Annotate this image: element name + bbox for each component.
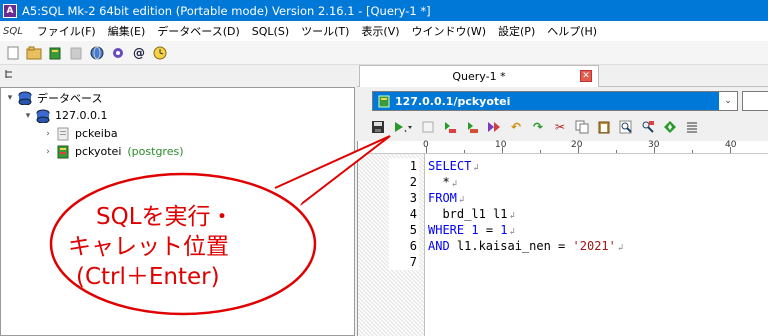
- line-number: 6: [389, 238, 419, 254]
- menu-database[interactable]: データベース(D): [151, 23, 246, 39]
- connection-label: 127.0.0.1/pckyotei: [395, 94, 511, 108]
- callout-text: SQLを実行・ キャレット位置 (Ctrl＋Enter): [68, 202, 298, 292]
- line-number: 1: [389, 158, 419, 174]
- connection-value: 127.0.0.1/pckyotei: [373, 92, 719, 110]
- ruler-tick: [578, 147, 579, 153]
- code-line: AND l1.kaisai_nen = '2021' ↲: [428, 239, 624, 253]
- window-title: A5:SQL Mk-2 64bit edition (Portable mode…: [22, 3, 431, 18]
- menu-tools[interactable]: ツール(T): [295, 23, 355, 39]
- close-icon[interactable]: ✕: [580, 70, 592, 82]
- ruler-tick: [692, 150, 693, 153]
- menu-sql[interactable]: SQL(S): [246, 25, 295, 38]
- line-number: 2: [389, 174, 419, 190]
- tree-node-label: データベース: [37, 91, 103, 105]
- line-number: 4: [389, 206, 419, 222]
- chevron-down-icon[interactable]: ▾: [5, 93, 15, 103]
- callout-line: キャレット位置: [68, 234, 229, 260]
- tree-node-server[interactable]: ▾ 127.0.0.1: [23, 107, 107, 124]
- ruler-tick: [464, 150, 465, 153]
- tab-query-1[interactable]: Query-1 * ✕: [359, 65, 599, 87]
- sql-editor[interactable]: 1 2 3 4 5 6 7 SELECT ↲ * ↲ FROM ↲ brd_l1 l1…: [357, 154, 768, 336]
- database-icon[interactable]: [46, 44, 64, 62]
- ruler-tick: [502, 147, 503, 153]
- title-bar: A A5:SQL Mk-2 64bit edition (Portable mo…: [0, 0, 768, 21]
- secondary-select[interactable]: [742, 91, 768, 111]
- tree-node-databases[interactable]: ▾ データベース: [5, 89, 102, 106]
- callout-line: (Ctrl＋Enter): [76, 264, 220, 290]
- database-active-icon: [378, 95, 390, 107]
- callout-line: SQLを実行・: [96, 204, 234, 230]
- chevron-down-icon[interactable]: ▾: [23, 111, 33, 121]
- ruler-tick: [654, 147, 655, 153]
- find-icon[interactable]: [617, 118, 635, 136]
- code-area[interactable]: SELECT ↲ * ↲ FROM ↲ brd_l1 l1 ↲ WHERE 1 = 1 ↲…: [426, 154, 768, 336]
- tree-node-pckeiba[interactable]: › pckeiba: [43, 125, 118, 142]
- tab-bar: Query-1 * ✕: [357, 65, 768, 87]
- menu-window[interactable]: ウインドウ(W): [406, 23, 492, 39]
- open-icon[interactable]: [25, 44, 43, 62]
- new-icon[interactable]: [4, 44, 22, 62]
- format-icon[interactable]: [683, 118, 701, 136]
- database-active-icon: [55, 145, 71, 159]
- cut-icon[interactable]: ✂: [551, 118, 569, 136]
- menu-settings[interactable]: 設定(P): [492, 23, 541, 39]
- gear-icon[interactable]: [109, 44, 127, 62]
- ruler-tick: [426, 147, 427, 153]
- ruler-tick: [540, 150, 541, 153]
- line-number: 3: [389, 190, 419, 206]
- run-selected-icon[interactable]: [441, 118, 459, 136]
- menu-file[interactable]: ファイル(F): [31, 23, 102, 39]
- globe-icon[interactable]: [88, 44, 106, 62]
- line-number: 7: [389, 254, 419, 270]
- query-pane: Query-1 * ✕ 127.0.0.1/pckyotei ⌄ ↶ ↷ ✂ 0…: [357, 65, 768, 336]
- ruler-tick: [730, 147, 731, 153]
- tree-view-icon[interactable]: [4, 68, 16, 83]
- chevron-right-icon[interactable]: ›: [43, 129, 53, 139]
- column-ruler: 0 10 20 30 40: [357, 140, 768, 154]
- database-icon: [55, 127, 71, 141]
- line-number: 5: [389, 222, 419, 238]
- ruler-label: 20: [571, 140, 583, 150]
- menu-bar: SQL ファイル(F) 編集(E) データベース(D) SQL(S) ツール(T…: [0, 21, 768, 41]
- ruler-label: 10: [495, 140, 507, 150]
- database-explorer-pane: ▾ データベース ▾ 127.0.0.1 › pckeiba › pckyote…: [0, 65, 355, 336]
- chevron-right-icon[interactable]: ›: [43, 147, 53, 157]
- db-type-badge: (postgres): [127, 145, 184, 158]
- line-number-gutter: 1 2 3 4 5 6 7: [358, 154, 425, 336]
- tree-node-pckyotei[interactable]: › pckyotei (postgres): [43, 143, 184, 160]
- tree-node-label: pckeiba: [75, 127, 118, 140]
- menu-help[interactable]: ヘルプ(H): [541, 23, 603, 39]
- tree-toolbar: [0, 65, 355, 85]
- clock-icon[interactable]: [151, 44, 169, 62]
- server-icon: [35, 109, 51, 123]
- replace-icon[interactable]: [639, 118, 657, 136]
- sql-logo: SQL: [3, 25, 23, 37]
- query-toolbar: ↶ ↷ ✂: [369, 116, 768, 138]
- explain-icon[interactable]: [485, 118, 503, 136]
- run-sql-icon[interactable]: [391, 118, 415, 136]
- ruler-tick: [616, 150, 617, 153]
- export-csv-icon[interactable]: [463, 118, 481, 136]
- menu-view[interactable]: 表示(V): [355, 23, 405, 39]
- databases-icon: [17, 91, 33, 105]
- main-toolbar: @: [0, 41, 768, 65]
- connection-select[interactable]: 127.0.0.1/pckyotei ⌄: [372, 91, 738, 111]
- tab-label: Query-1 *: [452, 70, 506, 83]
- app-icon: A: [3, 3, 17, 18]
- menu-edit[interactable]: 編集(E): [102, 23, 152, 39]
- app-window: A A5:SQL Mk-2 64bit edition (Portable mo…: [0, 0, 768, 336]
- redo-icon[interactable]: ↷: [529, 118, 547, 136]
- paste-icon[interactable]: [595, 118, 613, 136]
- stop-icon: [419, 118, 437, 136]
- tree-node-label: pckyotei: [75, 145, 122, 158]
- jump-icon[interactable]: [661, 118, 679, 136]
- tree-node-label: 127.0.0.1: [55, 109, 108, 122]
- copy-icon[interactable]: [573, 118, 591, 136]
- undo-icon[interactable]: ↶: [507, 118, 525, 136]
- save-icon[interactable]: [369, 118, 387, 136]
- chevron-down-icon[interactable]: ⌄: [719, 96, 737, 106]
- at-icon[interactable]: @: [130, 44, 148, 62]
- db-disabled-icon: [67, 44, 85, 62]
